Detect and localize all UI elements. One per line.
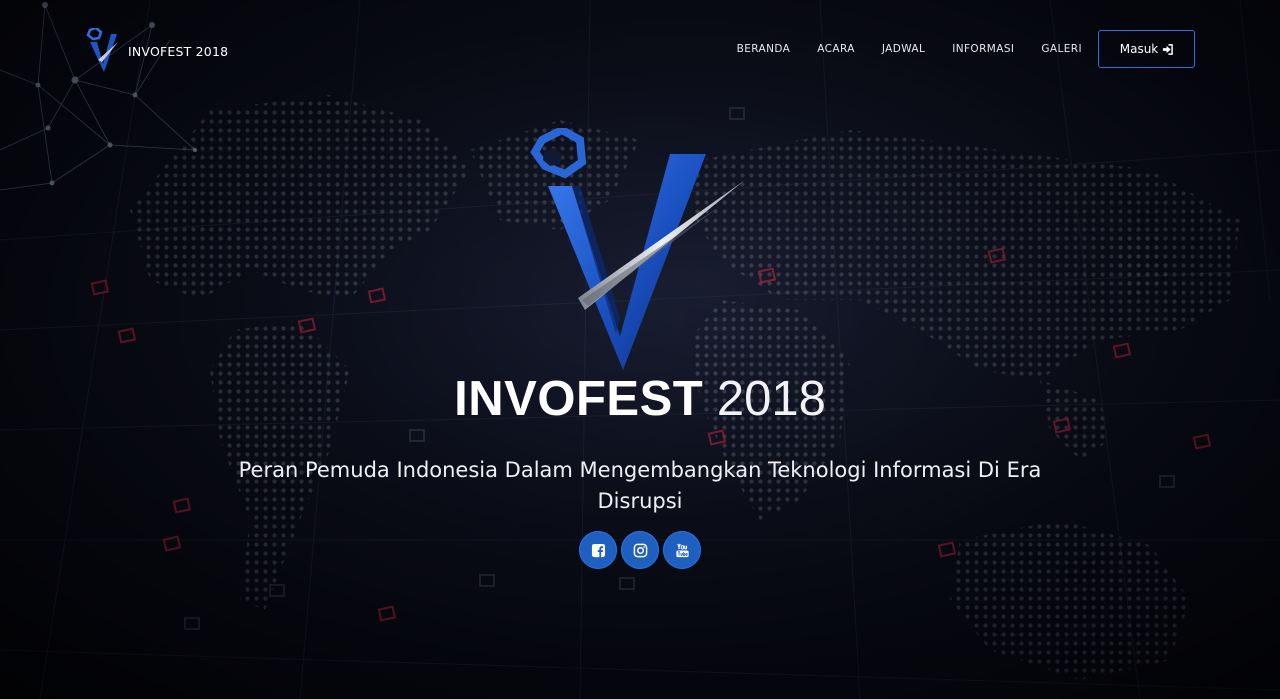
instagram-button[interactable]: [621, 531, 659, 569]
facebook-icon: [591, 543, 605, 557]
hero-title: INVOFEST 2018: [0, 370, 1280, 428]
nav-menu: BERANDA ACARA JADWAL INFORMASI GALERI Ma…: [737, 30, 1195, 68]
login-label: Masuk: [1119, 42, 1159, 56]
nav-item-jadwal[interactable]: JADWAL: [882, 43, 925, 55]
youtube-icon: [675, 543, 689, 557]
facebook-button[interactable]: [579, 531, 617, 569]
brand-link[interactable]: INVOFEST 2018: [84, 28, 228, 74]
login-button[interactable]: Masuk: [1098, 30, 1195, 68]
brand-name: INVOFEST 2018: [128, 43, 229, 59]
sign-in-icon: [1163, 43, 1174, 55]
navbar: INVOFEST 2018 BERANDA ACARA JADWAL INFOR…: [0, 0, 1280, 100]
hero-title-year: 2018: [716, 372, 826, 426]
hero-subtitle: Peran Pemuda Indonesia Dalam Mengembangk…: [238, 458, 1042, 513]
invofest-hero-logo: [530, 128, 745, 370]
instagram-icon: [633, 543, 647, 557]
nav-item-acara[interactable]: ACARA: [817, 43, 855, 55]
invofest-logo-icon: [86, 28, 118, 72]
social-links: [579, 531, 701, 569]
nav-item-galeri[interactable]: GALERI: [1041, 43, 1082, 55]
nav-item-informasi[interactable]: INFORMASI: [952, 43, 1014, 55]
nav-item-beranda[interactable]: BERANDA: [737, 43, 791, 55]
hero-title-bold: INVOFEST: [454, 372, 704, 426]
youtube-button[interactable]: [663, 531, 701, 569]
